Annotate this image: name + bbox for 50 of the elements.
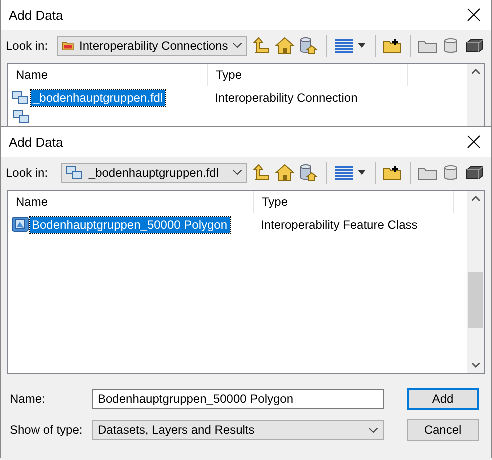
connection-icon: [12, 90, 30, 106]
file-name[interactable]: _bodenhauptgruppen.fdl: [31, 90, 166, 106]
look-in-dropdown[interactable]: Interoperability Connections: [57, 36, 248, 56]
scroll-up-icon[interactable]: [472, 69, 480, 74]
look-in-label: Look in:: [6, 38, 50, 52]
database-home-icon[interactable]: [299, 164, 320, 182]
add-button[interactable]: Add: [407, 388, 479, 410]
list-view-icon[interactable]: [334, 164, 354, 180]
chevron-icon: [233, 170, 242, 175]
polygon-class-icon: [12, 217, 29, 232]
type-dropdown[interactable]: Datasets, Layers and Results: [92, 420, 384, 440]
toolbox-icon[interactable]: [466, 38, 486, 54]
name-label: Name:: [10, 392, 46, 406]
window-title: Add Data: [9, 134, 64, 150]
look-in-label: Look in:: [6, 166, 50, 180]
scrollbar[interactable]: [467, 191, 484, 373]
cancel-button[interactable]: Cancel: [407, 419, 479, 441]
close-icon[interactable]: [467, 135, 481, 149]
scroll-thumb[interactable]: [468, 272, 483, 328]
new-folder-icon[interactable]: [383, 38, 404, 54]
list-view-icon[interactable]: [334, 38, 354, 54]
file-type: Interoperability Connection: [214, 90, 358, 104]
column-header[interactable]: Name: [8, 191, 254, 213]
scroll-down-icon[interactable]: [472, 363, 480, 368]
home-icon[interactable]: [275, 164, 296, 182]
database-home-icon[interactable]: [299, 36, 320, 54]
toolbox-icon[interactable]: [466, 164, 486, 180]
new-folder-icon[interactable]: [383, 164, 404, 180]
file-type: Interoperability Feature Class: [260, 218, 418, 232]
connection-icon: [66, 164, 84, 180]
caret-icon[interactable]: [358, 43, 366, 48]
look-in-dropdown[interactable]: _bodenhauptgruppen.fdl: [60, 162, 248, 182]
list-item[interactable]: [12, 108, 32, 126]
chevron-icon: [369, 428, 378, 432]
name-field[interactable]: Bodenhauptgruppen_50000 Polygon: [92, 389, 384, 409]
scrollbar[interactable]: [467, 64, 484, 126]
scroll-up-icon[interactable]: [472, 196, 480, 201]
chevron-icon: [233, 43, 242, 48]
home-icon[interactable]: [275, 36, 296, 54]
close-icon[interactable]: [467, 8, 481, 22]
column-header[interactable]: Type: [208, 64, 408, 86]
caret-icon[interactable]: [358, 170, 366, 175]
column-header[interactable]: Type: [254, 191, 454, 213]
up-folder-icon[interactable]: [251, 164, 272, 182]
up-folder-icon[interactable]: [251, 36, 272, 54]
type-label: Show of type:: [10, 423, 84, 437]
column-header[interactable]: Name: [8, 64, 208, 86]
window-title: Add Data: [9, 8, 64, 22]
connection-icon: [13, 108, 31, 124]
file-name[interactable]: Bodenhauptgruppen_50000 Polygon: [30, 216, 230, 232]
